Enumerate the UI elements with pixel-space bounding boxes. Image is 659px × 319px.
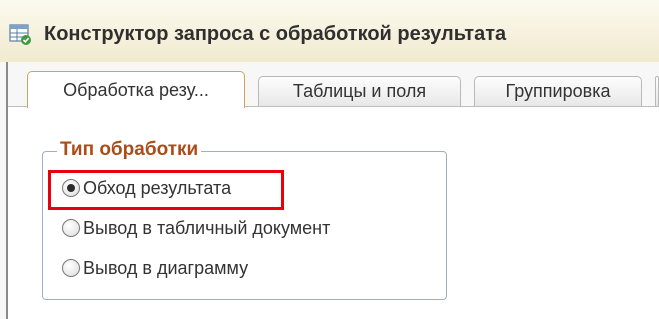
query-builder-icon: [8, 22, 32, 46]
radio-option-spreadsheet-output[interactable]: Вывод в табличный документ: [62, 214, 330, 242]
radio-button[interactable]: [62, 259, 80, 277]
tab-grouping[interactable]: Группировка: [474, 76, 642, 106]
tab-tables-and-fields[interactable]: Таблицы и поля: [258, 76, 461, 106]
tab-processing[interactable]: Обработка резу...: [27, 71, 245, 108]
radio-option-chart-output[interactable]: Вывод в диаграмму: [62, 254, 248, 282]
highlight-box: [48, 170, 284, 210]
radio-label-spreadsheet-output: Вывод в табличный документ: [83, 217, 331, 238]
window-title-bar[interactable]: Конструктор запроса с обработкой результ…: [0, 0, 659, 62]
processing-type-title: Тип обработки: [57, 138, 202, 162]
tab-overflow-edge: [655, 76, 659, 106]
radio-button[interactable]: [62, 219, 80, 237]
radio-label-chart-output: Вывод в диаграмму: [83, 257, 249, 278]
tab-strip: Обработка резу... Таблицы и поля Группир…: [0, 62, 659, 108]
window-title: Конструктор запроса с обработкой результ…: [44, 23, 507, 45]
